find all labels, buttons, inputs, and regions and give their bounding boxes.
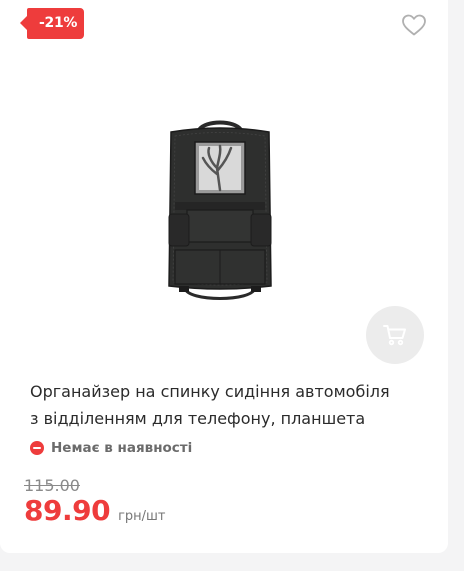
old-price: 115.00 xyxy=(24,476,80,495)
price-row: 89.90 грн/шт xyxy=(24,494,166,527)
shopping-cart-icon xyxy=(383,325,406,346)
product-image[interactable] xyxy=(157,118,283,306)
product-title[interactable]: Органайзер на спинку сидіння автомобіля … xyxy=(30,378,430,432)
add-to-cart-button[interactable] xyxy=(366,306,424,364)
product-title-line: з відділенням для телефону, планшета xyxy=(30,409,366,428)
current-price: 89.90 xyxy=(24,494,111,527)
heart-icon[interactable] xyxy=(401,13,427,37)
product-card[interactable]: -21% Органайзер на спинку сидіння автомо… xyxy=(0,0,448,553)
availability-status: Немає в наявності xyxy=(30,440,192,456)
product-title-line: Органайзер на спинку сидіння автомобіля xyxy=(30,382,390,401)
minus-circle-icon xyxy=(30,441,44,455)
discount-badge: -21% xyxy=(19,8,85,39)
price-unit: грн/шт xyxy=(118,509,166,524)
availability-label: Немає в наявності xyxy=(51,440,193,456)
